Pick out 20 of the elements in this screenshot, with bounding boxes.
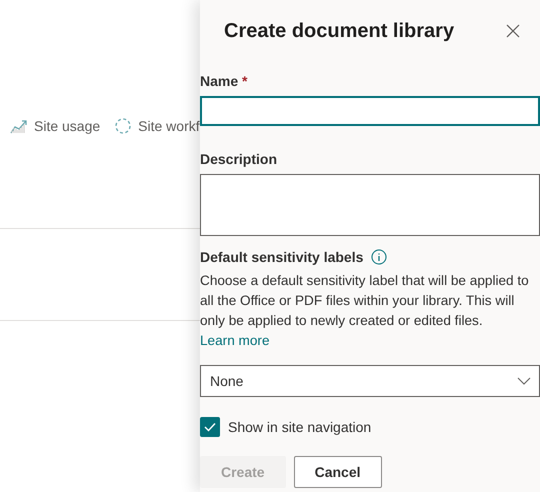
learn-more-link[interactable]: Learn more <box>200 333 270 348</box>
check-icon <box>204 422 216 432</box>
refresh-icon <box>114 117 132 135</box>
field-label: Description <box>200 151 278 167</box>
info-icon[interactable] <box>371 249 388 265</box>
description-field[interactable] <box>200 174 540 236</box>
checkbox[interactable] <box>200 417 220 437</box>
toolbar-link[interactable]: Site usage <box>34 118 100 134</box>
field-label: Name * <box>200 73 248 89</box>
close-icon[interactable] <box>506 24 520 38</box>
checkbox-label: Show in site navigation <box>228 419 372 435</box>
name-field[interactable] <box>200 96 540 126</box>
panel-title: Create document library <box>224 20 454 42</box>
cancel-button[interactable]: Cancel <box>294 456 382 488</box>
sensitivity-dropdown[interactable]: None <box>200 365 540 397</box>
chevron-down-icon <box>517 377 531 385</box>
toolbar-link[interactable]: Site workf <box>138 118 200 134</box>
description-text: Choose a default sensitivity label that will be applied to all the Office or PDF files within your library. This will only be applied to newly created or edited files. Learn more <box>200 272 530 350</box>
field-label: Default sensitivity labels <box>200 249 364 265</box>
chart-icon <box>10 118 28 134</box>
